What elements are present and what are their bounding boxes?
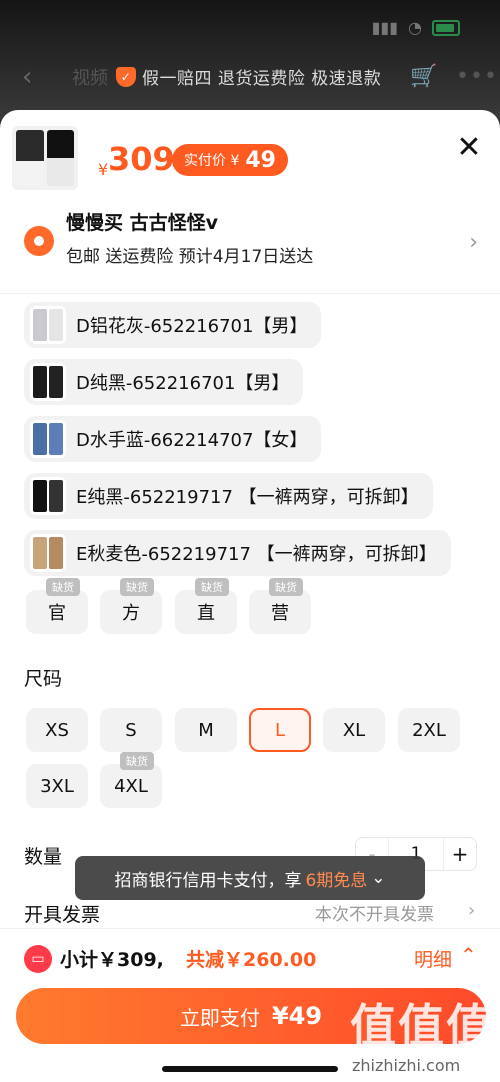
coupon-icon: ▭	[24, 945, 52, 973]
signal-icon: ▮▮▮	[371, 18, 399, 37]
quantity-plus-button[interactable]: +	[444, 842, 476, 866]
price-symbol: ¥	[98, 160, 109, 179]
home-indicator	[162, 1066, 338, 1072]
variant-label: D纯黑-652216701【男】	[76, 373, 290, 394]
variant-option[interactable]: E秋麦色-652219717 【一裤两穿，可拆卸】	[24, 530, 451, 576]
watermark-site: zhizhizhi.com	[352, 1056, 461, 1075]
shop-shipping-row[interactable]: 慢慢买 古古怪怪v 包邮 送运费险 预计4月17日送达 ›	[24, 206, 480, 286]
variant-chip-out-of-stock[interactable]: 官 缺货	[26, 578, 88, 634]
variant-label: D水手蓝-662214707【女】	[76, 430, 308, 451]
location-icon	[24, 226, 54, 256]
divider	[0, 293, 500, 294]
close-button[interactable]: ✕	[452, 130, 486, 165]
variant-chip-out-of-stock[interactable]: 直 缺货	[175, 578, 237, 634]
size-option-xl[interactable]: XL	[323, 708, 385, 752]
actual-price-label: 实付价 ¥	[184, 153, 240, 169]
out-of-stock-badge: 缺货	[195, 578, 229, 596]
variant-label: E秋麦色-652219717 【一裤两穿，可拆卸】	[76, 544, 437, 565]
cart-icon[interactable]: 🛒	[410, 64, 437, 89]
shield-icon: ✓	[116, 66, 136, 87]
page-header: ‹ 视频 ✓ 假一赔四 退货运费险 极速退款 🛒 •••	[0, 56, 500, 96]
size-option-s[interactable]: S	[100, 708, 162, 752]
chevron-right-icon: ›	[469, 230, 478, 255]
price: 309	[108, 140, 175, 178]
chevron-down-icon: ⌄	[371, 868, 386, 888]
quantity-title: 数量	[24, 846, 63, 868]
variant-label: D铝花灰-652216701【男】	[76, 316, 308, 337]
size-option-2xl[interactable]: 2XL	[398, 708, 460, 752]
installment-toast[interactable]: 招商银行信用卡支付，享 6期免息 ⌄	[75, 856, 425, 900]
variant-option[interactable]: D纯黑-652216701【男】	[24, 359, 304, 405]
more-icon[interactable]: •••	[456, 64, 498, 89]
chip-label: 营	[271, 603, 289, 624]
out-of-stock-badge: 缺货	[46, 578, 80, 596]
pay-now-amount: ¥49	[271, 1002, 323, 1030]
back-icon[interactable]: ‹	[22, 62, 32, 92]
guarantee-text: 假一赔四 退货运费险 极速退款	[142, 69, 382, 89]
variant-option[interactable]: E纯黑-652219717 【一裤两穿，可拆卸】	[24, 473, 433, 519]
shipping-info: 包邮 送运费险 预计4月17日送达	[66, 247, 314, 267]
sku-selection-sheet: ¥ 309 实付价 ¥ 49 ✕ 慢慢买 古古怪怪v 包邮 送运费险 预计4月1…	[0, 110, 500, 1082]
actual-price-badge: 实付价 ¥ 49	[172, 144, 288, 176]
watermark-logo: 值值值	[350, 999, 494, 1053]
out-of-stock-badge: 缺货	[120, 752, 154, 770]
out-of-stock-badge: 缺货	[269, 578, 303, 596]
wifi-icon: ◔	[408, 18, 422, 37]
chip-label: 方	[122, 603, 140, 624]
size-option-m[interactable]: M	[175, 708, 237, 752]
size-title: 尺码	[24, 668, 63, 690]
chevron-right-icon: ›	[468, 900, 476, 921]
variant-chip-out-of-stock[interactable]: 营 缺货	[249, 578, 311, 634]
actual-price-value: 49	[245, 147, 276, 173]
variant-thumbnail	[30, 363, 66, 401]
battery-icon	[432, 19, 460, 36]
variant-chip-out-of-stock[interactable]: 方 缺货	[100, 578, 162, 634]
chip-label: 4XL	[114, 775, 148, 797]
toast-text: 招商银行信用卡支付，享	[114, 870, 302, 891]
detail-link[interactable]: 明细	[414, 945, 452, 972]
tab-video[interactable]: 视频	[72, 64, 108, 90]
variant-option[interactable]: D水手蓝-662214707【女】	[24, 416, 322, 462]
variant-option[interactable]: D铝花灰-652216701【男】	[24, 302, 322, 348]
shop-name: 慢慢买 古古怪怪v	[66, 212, 219, 234]
variant-thumbnail	[30, 477, 66, 515]
size-option-l[interactable]: L	[249, 708, 311, 752]
variant-thumbnail	[30, 306, 66, 344]
variant-thumbnail	[30, 420, 66, 458]
product-thumbnail	[12, 126, 78, 190]
toast-highlight: 6期免息	[305, 870, 368, 891]
subtotal: 小计￥309,	[60, 949, 164, 971]
chip-label: 官	[48, 603, 66, 624]
chevron-up-icon[interactable]: ⌃	[460, 943, 477, 967]
status-bar: ▮▮▮ ◔	[372, 18, 460, 37]
pay-now-label: 立即支付	[179, 1005, 260, 1030]
variant-thumbnail	[30, 534, 66, 572]
invoice-label: 开具发票	[24, 904, 101, 926]
chip-label: 直	[197, 603, 215, 624]
invoice-value[interactable]: 本次不开具发票	[315, 900, 434, 925]
size-option-4xl[interactable]: 4XL 缺货	[100, 752, 162, 808]
order-summary-bar: ▭ 小计￥309, 共减￥260.00 明细 ⌃	[0, 928, 500, 989]
variant-label: E纯黑-652219717 【一裤两穿，可拆卸】	[76, 487, 419, 508]
out-of-stock-badge: 缺货	[120, 578, 154, 596]
discount-total: 共减￥260.00	[186, 949, 317, 971]
guarantee-banner: ✓ 假一赔四 退货运费险 极速退款	[116, 64, 381, 89]
size-option-3xl[interactable]: 3XL	[26, 764, 88, 808]
size-option-xs[interactable]: XS	[26, 708, 88, 752]
